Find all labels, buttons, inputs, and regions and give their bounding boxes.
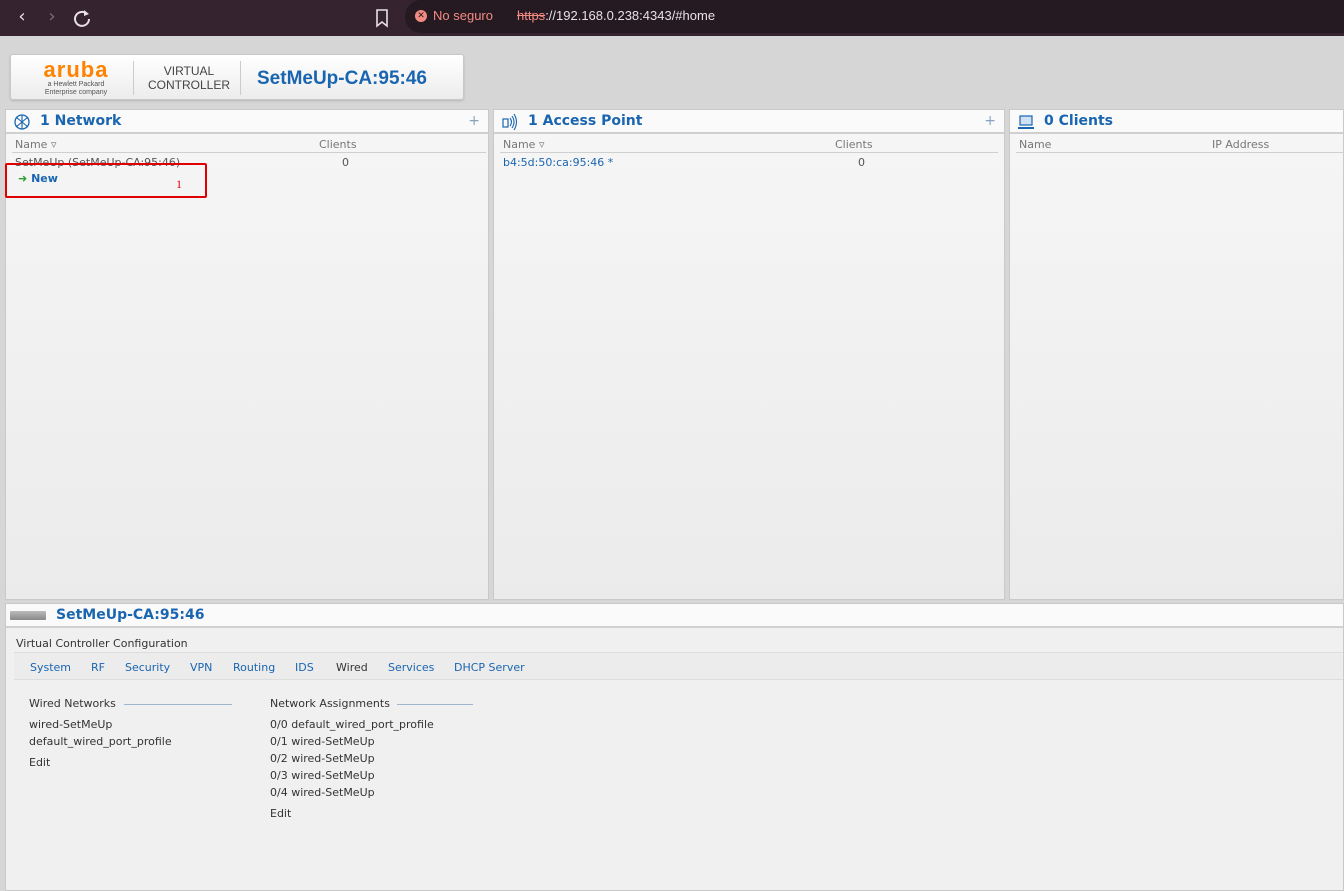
networks-header-rule [12,152,486,153]
tab-dhcp-server[interactable]: DHCP Server [454,661,525,674]
reload-icon-graphic [74,10,90,27]
network-assignments-edit-link[interactable]: Edit [270,807,291,820]
tab-ids[interactable]: IDS [295,661,314,674]
tab-vpn[interactable]: VPN [190,661,212,674]
ap-col-name[interactable]: Name ▿ [503,138,544,151]
ap-row-clients: 0 [858,156,865,169]
reload-icon[interactable] [70,6,94,30]
access-points-panel-header: 1 Access Point + [494,110,1004,134]
ap-col-name-label: Name [503,138,536,151]
wired-networks-heading: Wired Networks [29,697,116,710]
wired-networks-rule [124,704,232,705]
tab-system[interactable]: System [30,661,71,674]
laptop-icon [1018,115,1034,129]
header-divider [133,61,134,95]
wired-networks-edit-link[interactable]: Edit [29,756,50,769]
sort-down-icon: ▿ [50,138,57,151]
clients-panel: 0 Clients Name IP Address [1009,109,1344,600]
controller-device-icon [10,611,46,620]
forward-icon[interactable]: › [40,6,64,30]
aruba-logo: aruba a Hewlett Packard Enterprise compa… [21,59,131,99]
ap-row-name[interactable]: b4:5d:50:ca:95:46 * [503,156,613,169]
access-points-panel: 1 Access Point + Name ▿ Clients b4:5d:50… [493,109,1005,600]
networks-col-name[interactable]: Name ▿ [15,138,56,151]
clients-title: 0 Clients [1044,113,1113,129]
add-access-point-icon[interactable]: + [984,113,996,129]
config-section-header: SetMeUp-CA:95:46 [6,604,1343,628]
network-row-clients: 0 [342,156,349,169]
tab-rf[interactable]: RF [91,661,105,674]
not-secure-icon[interactable]: ✕ [415,10,427,22]
wired-network-item: default_wired_port_profile [29,735,172,748]
access-point-icon [502,113,518,131]
config-section-title: SetMeUp-CA:95:46 [56,607,205,623]
controller-name: SetMeUp-CA:95:46 [257,68,427,89]
clients-col-ip[interactable]: IP Address [1212,138,1269,151]
port-assignment-item: 0/1 wired-SetMeUp [270,735,375,748]
networks-panel-header: 1 Network + [6,110,488,134]
bookmark-icon[interactable] [372,6,392,30]
url-rest: ://192.168.0.238:4343/#home [545,8,716,23]
tab-security[interactable]: Security [125,661,170,674]
vc-line-1: VIRTUAL [163,64,215,78]
port-assignment-item: 0/4 wired-SetMeUp [270,786,375,799]
wired-network-item: wired-SetMeUp [29,718,113,731]
config-title: Virtual Controller Configuration [16,637,188,650]
ap-header-rule [500,152,998,153]
browser-toolbar: ‹ › ✕ No seguro https://192.168.0.238:43… [0,0,1344,36]
address-bar[interactable]: ✕ No seguro https://192.168.0.238:4343/#… [405,0,1344,33]
add-network-icon[interactable]: + [468,113,480,129]
clients-header-rule [1016,152,1344,153]
config-tabs: System RF Security VPN Routing IDS Wired… [14,652,1343,680]
url-text[interactable]: https://192.168.0.238:4343/#home [517,8,715,23]
network-assignments-heading: Network Assignments [270,697,390,710]
tab-routing[interactable]: Routing [233,661,275,674]
virtual-controller-label: VIRTUAL CONTROLLER [141,64,237,92]
port-assignment-item: 0/0 default_wired_port_profile [270,718,434,731]
sort-down-icon: ▿ [538,138,545,151]
network-icon [14,114,30,130]
controller-config-section: SetMeUp-CA:95:46 Virtual Controller Conf… [5,603,1344,891]
back-icon[interactable]: ‹ [10,6,34,30]
networks-col-name-label: Name [15,138,48,151]
url-scheme: https [517,8,546,23]
tab-services[interactable]: Services [388,661,434,674]
networks-title: 1 Network [40,113,122,129]
security-label[interactable]: No seguro [433,8,493,23]
ap-col-clients[interactable]: Clients [835,138,873,151]
port-assignment-item: 0/2 wired-SetMeUp [270,752,375,765]
tab-wired[interactable]: Wired [336,661,368,674]
vc-line-2: CONTROLLER [147,78,230,92]
logo-sub-2: Enterprise company [44,89,108,96]
port-assignment-item: 0/3 wired-SetMeUp [270,769,375,782]
access-points-title: 1 Access Point [528,113,643,129]
network-assignments-rule [397,704,473,705]
logo-word: aruba [43,57,109,82]
logo-sub-1: a Hewlett Packard [47,81,105,88]
annotation-number: 1 [176,177,182,191]
clients-panel-header: 0 Clients [1010,110,1343,134]
networks-col-clients[interactable]: Clients [319,138,357,151]
header-divider-2 [240,61,241,95]
app-header: aruba a Hewlett Packard Enterprise compa… [10,54,464,100]
clients-col-name[interactable]: Name [1019,138,1051,151]
